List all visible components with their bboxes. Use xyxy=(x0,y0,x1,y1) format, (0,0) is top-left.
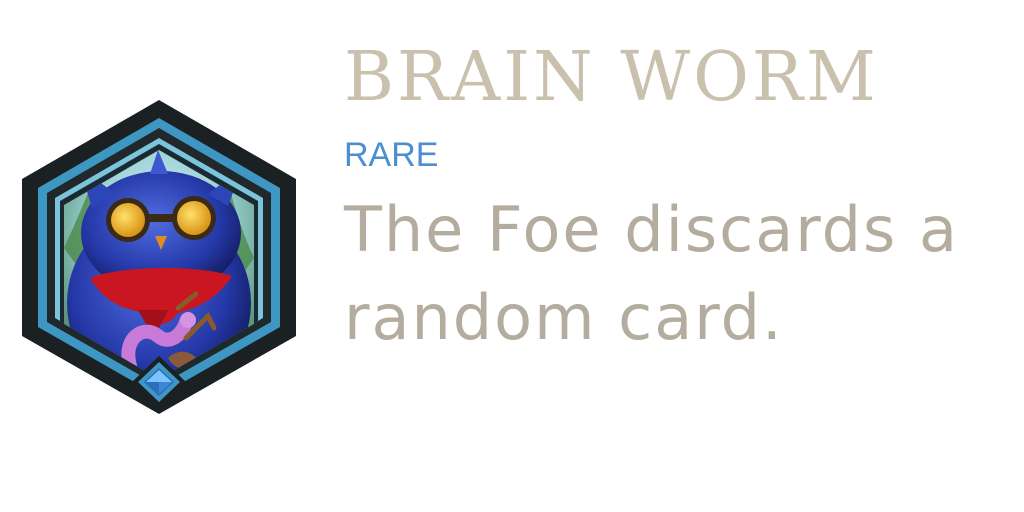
card-rarity-label: RARE xyxy=(344,136,439,174)
hexagon-frame-icon xyxy=(22,100,296,414)
card-title: BRAIN WORM xyxy=(344,38,879,117)
card-description: The Foe discards a random card. xyxy=(344,193,959,354)
card-portrait-frame xyxy=(18,98,300,416)
